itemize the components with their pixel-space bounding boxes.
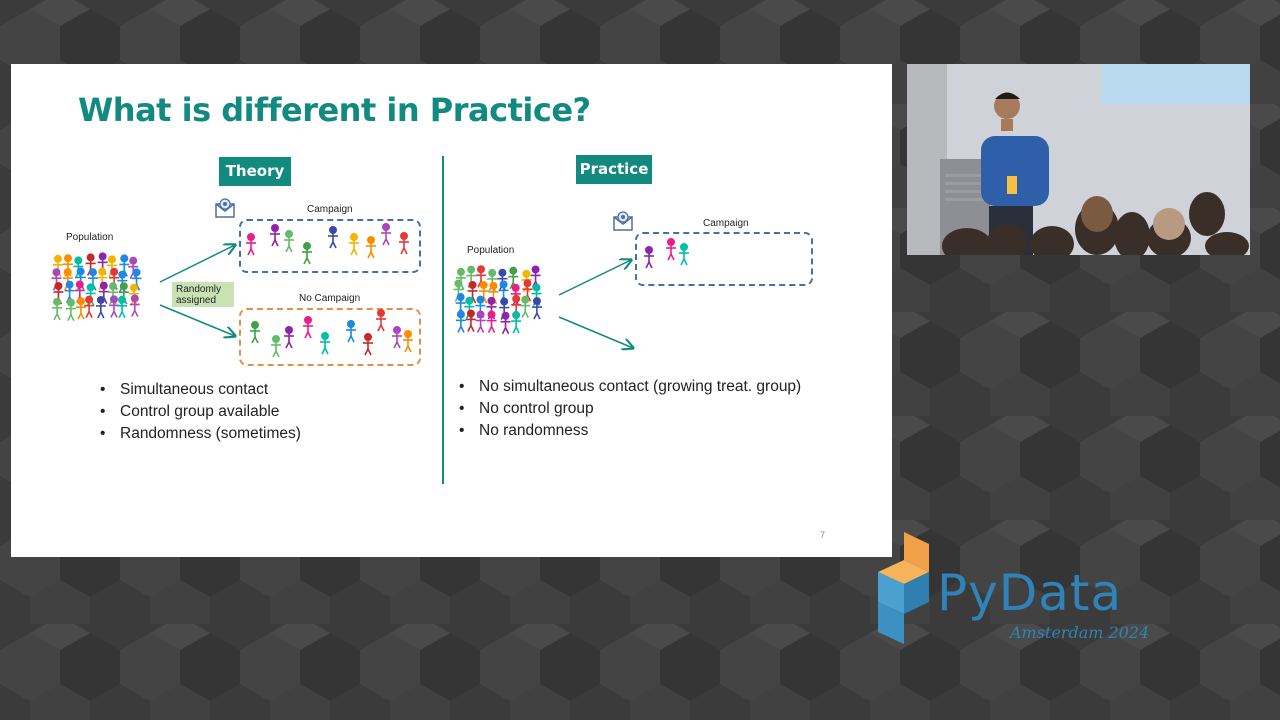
person-icon bbox=[455, 293, 466, 316]
no-campaign-group-box bbox=[239, 308, 421, 366]
person-icon bbox=[131, 268, 142, 291]
person-icon bbox=[530, 265, 541, 288]
page-number: 7 bbox=[820, 530, 826, 540]
person-icon bbox=[52, 254, 63, 278]
person-icon bbox=[74, 280, 85, 303]
presentation-slide: What is different in Practice? Theory Po… bbox=[11, 64, 892, 557]
person-icon bbox=[97, 267, 108, 291]
person-icon bbox=[499, 297, 510, 320]
arrow-to-no-campaign bbox=[159, 304, 235, 336]
pydata-logo-text: PyData bbox=[937, 564, 1123, 622]
arrow-to-nowhere bbox=[558, 316, 633, 348]
person-icon bbox=[62, 254, 73, 277]
theory-bullet: Control group available bbox=[100, 401, 301, 423]
theory-tag: Theory bbox=[219, 157, 291, 186]
person-icon bbox=[455, 267, 466, 291]
person-icon bbox=[106, 255, 117, 278]
person-icon bbox=[500, 311, 511, 335]
person-icon bbox=[464, 296, 475, 320]
assignment-arrows bbox=[159, 64, 892, 557]
person-icon bbox=[521, 269, 532, 293]
person-icon bbox=[522, 279, 533, 302]
person-icon bbox=[117, 270, 128, 293]
randomly-assigned-label: Randomly assigned bbox=[172, 282, 234, 307]
person-icon bbox=[65, 298, 76, 321]
person-icon bbox=[128, 283, 139, 307]
theory-bullet-list: Simultaneous contact Control group avail… bbox=[100, 379, 301, 445]
person-icon bbox=[107, 282, 118, 305]
person-icon bbox=[520, 295, 531, 318]
person-icon bbox=[95, 295, 106, 319]
person-icon bbox=[51, 268, 62, 291]
person-icon bbox=[87, 268, 98, 291]
person-icon bbox=[118, 282, 129, 305]
practice-bullet: No randomness bbox=[459, 420, 801, 442]
no-campaign-label: No Campaign bbox=[299, 293, 361, 304]
theory-campaign-label: Campaign bbox=[307, 204, 353, 215]
practice-campaign-label: Campaign bbox=[703, 218, 749, 229]
person-icon bbox=[75, 267, 86, 290]
person-icon bbox=[511, 311, 522, 334]
speaker-video-feed bbox=[907, 64, 1250, 255]
person-icon bbox=[117, 295, 128, 319]
person-icon bbox=[488, 281, 499, 305]
person-icon bbox=[498, 280, 509, 303]
slide-title: What is different in Practice? bbox=[78, 91, 591, 129]
practice-bullet: No control group bbox=[459, 398, 801, 420]
person-icon bbox=[53, 282, 64, 305]
person-icon bbox=[73, 256, 84, 279]
person-icon bbox=[486, 296, 497, 320]
person-icon bbox=[129, 294, 140, 317]
person-icon bbox=[62, 268, 73, 291]
person-icon bbox=[531, 283, 542, 306]
arrow-to-campaign bbox=[159, 245, 235, 283]
theory-campaign-group-box bbox=[239, 219, 421, 273]
person-icon bbox=[478, 281, 489, 304]
person-icon bbox=[466, 265, 477, 288]
person-icon bbox=[85, 283, 96, 306]
event-name: Amsterdam 2024 bbox=[1010, 623, 1150, 642]
person-icon bbox=[511, 294, 522, 318]
arrow-to-campaign bbox=[558, 260, 631, 296]
section-divider bbox=[442, 156, 444, 484]
theory-bullet: Randomness (sometimes) bbox=[100, 423, 301, 445]
person-icon bbox=[455, 310, 466, 333]
person-icon bbox=[467, 280, 478, 304]
person-icon bbox=[64, 280, 75, 304]
person-icon bbox=[85, 253, 96, 276]
theory-bullet: Simultaneous contact bbox=[100, 379, 301, 401]
practice-population-label: Population bbox=[467, 245, 515, 256]
person-icon bbox=[108, 295, 119, 318]
person-icon bbox=[128, 256, 139, 280]
person-icon bbox=[531, 297, 542, 320]
theory-population-label: Population bbox=[66, 232, 114, 243]
person-icon bbox=[109, 267, 120, 291]
person-icon bbox=[486, 310, 497, 333]
practice-bullet: No simultaneous contact (growing treat. … bbox=[459, 376, 801, 398]
person-icon bbox=[475, 310, 486, 333]
person-icon bbox=[510, 283, 521, 307]
person-icon bbox=[98, 281, 109, 304]
person-icon bbox=[475, 295, 486, 318]
person-icon bbox=[487, 268, 498, 292]
person-icon bbox=[453, 279, 464, 302]
person-icon bbox=[476, 265, 487, 288]
person-icon bbox=[465, 309, 476, 332]
person-icon bbox=[84, 295, 95, 318]
mail-icon bbox=[613, 211, 633, 231]
practice-bullet-list: No simultaneous contact (growing treat. … bbox=[459, 376, 801, 442]
person-icon bbox=[75, 297, 86, 320]
practice-tag: Practice bbox=[576, 155, 652, 184]
practice-campaign-group-box bbox=[635, 232, 813, 286]
person-icon bbox=[97, 252, 108, 275]
speaker-video-image bbox=[907, 64, 1250, 255]
person-icon bbox=[119, 254, 130, 277]
person-icon bbox=[497, 268, 508, 292]
person-icon bbox=[52, 297, 63, 321]
person-icon bbox=[508, 266, 519, 290]
people-svg bbox=[51, 223, 689, 358]
mail-icon bbox=[215, 198, 235, 218]
